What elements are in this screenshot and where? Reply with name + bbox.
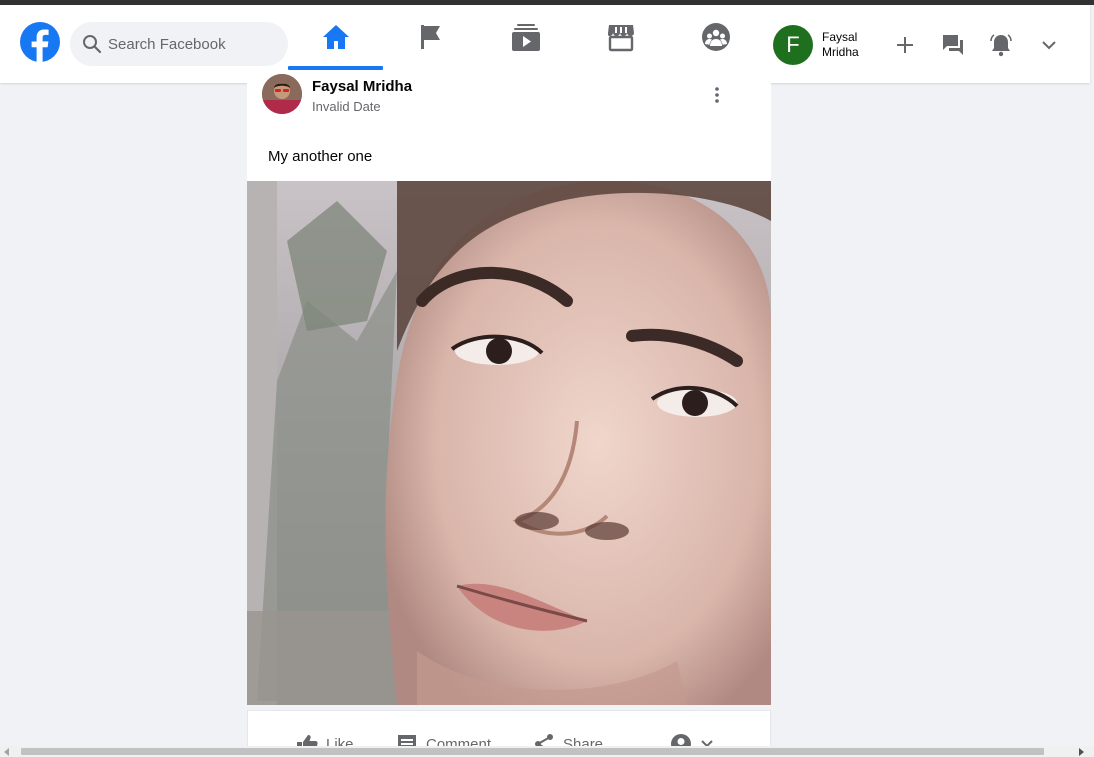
chevron-down-icon [1042, 41, 1056, 50]
post-options-button[interactable] [709, 87, 725, 103]
tab-marketplace[interactable] [573, 5, 668, 69]
facebook-logo-icon[interactable] [20, 22, 60, 62]
feed-post: Faysal Mridha Invalid Date My another on… [247, 74, 771, 705]
post-author-avatar[interactable] [262, 74, 302, 114]
tab-watch[interactable] [478, 5, 573, 69]
notifications-button[interactable] [987, 31, 1015, 59]
avatar: F [773, 25, 813, 65]
bell-icon [990, 34, 1012, 57]
post-photo[interactable] [247, 181, 771, 705]
messenger-button[interactable] [939, 31, 967, 59]
flag-icon [420, 25, 440, 49]
post-text: My another one [268, 148, 373, 165]
scroll-right-arrow-icon[interactable] [1079, 748, 1084, 756]
scroll-left-arrow-icon[interactable] [4, 748, 9, 756]
home-icon [322, 25, 349, 49]
top-navbar: F Faysal Mridha [0, 5, 1090, 83]
search-icon [83, 35, 102, 54]
profile-chip[interactable]: F Faysal Mridha [773, 25, 873, 65]
horizontal-scrollbar[interactable] [0, 746, 1094, 757]
tab-pages[interactable] [383, 5, 478, 69]
scrollbar-thumb[interactable] [21, 748, 1044, 755]
tab-home[interactable] [288, 5, 383, 70]
account-menu-button[interactable] [1035, 31, 1063, 59]
search-box[interactable] [70, 22, 288, 66]
groups-icon [701, 23, 730, 51]
create-button[interactable] [891, 31, 919, 59]
post-author-name[interactable]: Faysal Mridha [312, 78, 412, 95]
search-input[interactable] [108, 22, 278, 66]
tab-groups[interactable] [668, 5, 763, 69]
video-icon [511, 24, 540, 51]
store-icon [607, 25, 634, 52]
profile-name: Faysal Mridha [822, 30, 859, 59]
post-timestamp[interactable]: Invalid Date [312, 99, 381, 114]
more-vertical-icon [715, 87, 719, 103]
plus-icon [897, 37, 913, 53]
chat-icon [943, 35, 963, 55]
